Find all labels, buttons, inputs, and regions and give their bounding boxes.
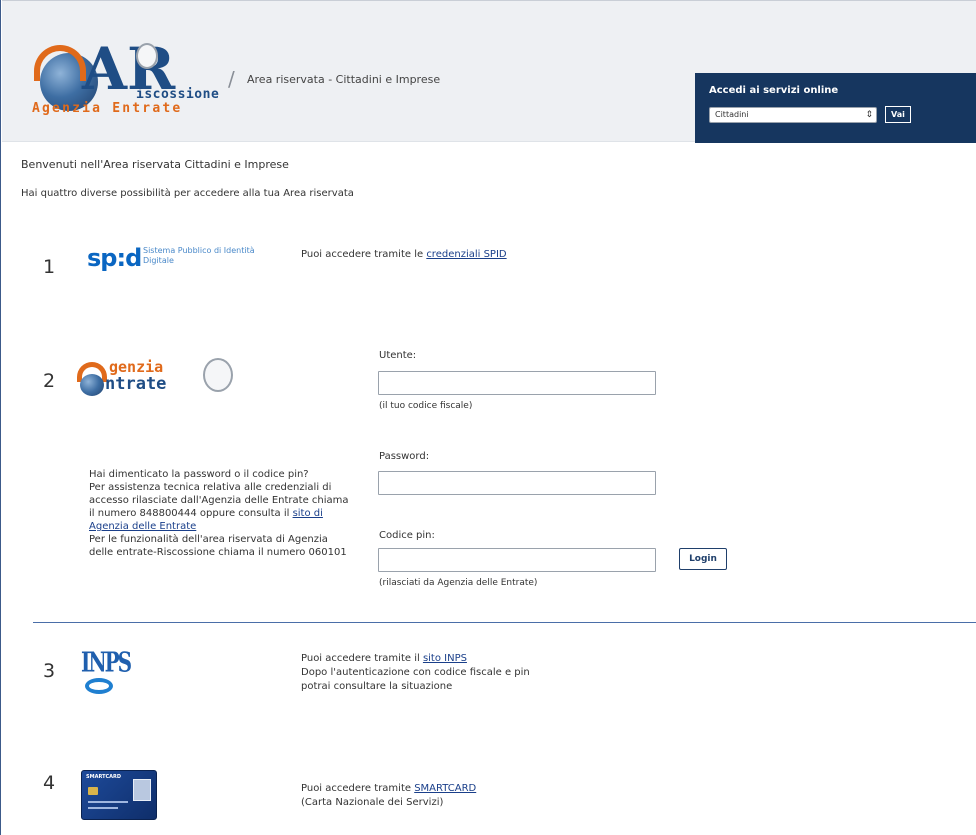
italian-emblem-icon: [136, 43, 158, 69]
utente-hint: (il tuo codice fiscale): [379, 401, 473, 411]
ae-emblem-icon: [203, 358, 233, 392]
card-photo-icon: [133, 779, 151, 801]
logo-line-1: iscossione: [136, 87, 220, 102]
online-services-title: Accedi ai servizi online: [709, 85, 839, 96]
utente-label: Utente:: [379, 350, 417, 361]
option-number-1: 1: [43, 256, 56, 278]
password-label: Password:: [379, 451, 430, 462]
password-input[interactable]: [378, 471, 656, 495]
spid-description: Sistema Pubblico di Identità Digitale: [143, 246, 255, 265]
go-button[interactable]: Vai: [885, 106, 911, 123]
ae-logo-line-2: ntrate: [105, 374, 167, 394]
smartcard-image: SMARTCARD: [81, 770, 157, 820]
card-chip-icon: [88, 787, 98, 795]
user-type-select[interactable]: Cittadini ⇕: [709, 107, 877, 123]
intro-text: Hai quattro diverse possibilità per acce…: [21, 188, 354, 199]
section-divider: [33, 622, 976, 623]
smartcard-text-line-2: (Carta Nazionale dei Servizi): [301, 797, 444, 808]
select-arrows-icon: ⇕: [865, 110, 873, 120]
inps-swirl-icon: [85, 678, 113, 694]
welcome-text: Benvenuti nell'Area riservata Cittadini …: [21, 158, 289, 171]
logo-line-2: Agenzia Entrate: [32, 101, 183, 116]
card-title: SMARTCARD: [86, 774, 122, 780]
spid-credentials-link[interactable]: credenziali SPID: [426, 249, 506, 260]
inps-logo: INPS: [81, 646, 132, 698]
logo-arch-icon: [34, 45, 86, 81]
option-number-3: 3: [43, 660, 56, 682]
riscossione-phone-text: Per le funzionalità dell'area riservata …: [89, 534, 347, 558]
smartcard-access-text: Puoi accedere tramite SMARTCARD (Carta N…: [301, 783, 477, 808]
pin-label: Codice pin:: [379, 530, 435, 541]
page-frame: AR iscossione Agenzia Entrate / Area ris…: [0, 0, 976, 835]
spid-logo: sp:d Sistema Pubblico di Identità Digita…: [87, 244, 255, 276]
inps-text-line-3: potrai consultare la situazione: [301, 681, 453, 692]
forgot-question: Hai dimenticato la password o il codice …: [89, 469, 309, 480]
inps-text-line-2: Dopo l'autenticazione con codice fiscale…: [301, 667, 530, 678]
spid-access-text: Puoi accedere tramite le credenziali SPI…: [301, 249, 507, 260]
login-button[interactable]: Login: [679, 548, 727, 570]
breadcrumb-separator: /: [228, 67, 235, 91]
online-services-panel: Accedi ai servizi online Cittadini ⇕ Vai: [695, 73, 976, 143]
pin-input[interactable]: [378, 548, 656, 572]
utente-input[interactable]: [378, 371, 656, 395]
option-number-4: 4: [43, 772, 56, 794]
agenzia-entrate-logo: genzia ntrate: [77, 356, 237, 398]
pin-hint: (rilasciati da Agenzia delle Entrate): [379, 578, 538, 588]
user-type-selected: Cittadini: [715, 110, 749, 119]
ae-globe-icon: [80, 374, 104, 396]
card-line: [88, 801, 128, 803]
smartcard-link[interactable]: SMARTCARD: [414, 783, 476, 794]
site-header: AR iscossione Agenzia Entrate / Area ris…: [2, 0, 976, 143]
spid-wordmark: sp:d: [87, 244, 142, 272]
card-line: [88, 807, 118, 809]
breadcrumb: Area riservata - Cittadini e Imprese: [247, 73, 441, 86]
option-number-2: 2: [43, 370, 56, 392]
forgot-assistance: Per assistenza tecnica relativa alle cre…: [89, 482, 349, 532]
forgot-credentials-text: Hai dimenticato la password o il codice …: [89, 468, 351, 559]
inps-wordmark: INPS: [81, 646, 132, 679]
riscossione-logo[interactable]: AR iscossione Agenzia Entrate: [32, 39, 232, 129]
inps-access-text: Puoi accedere tramite il sito INPS Dopo …: [301, 653, 530, 692]
inps-site-link[interactable]: sito INPS: [423, 653, 467, 664]
